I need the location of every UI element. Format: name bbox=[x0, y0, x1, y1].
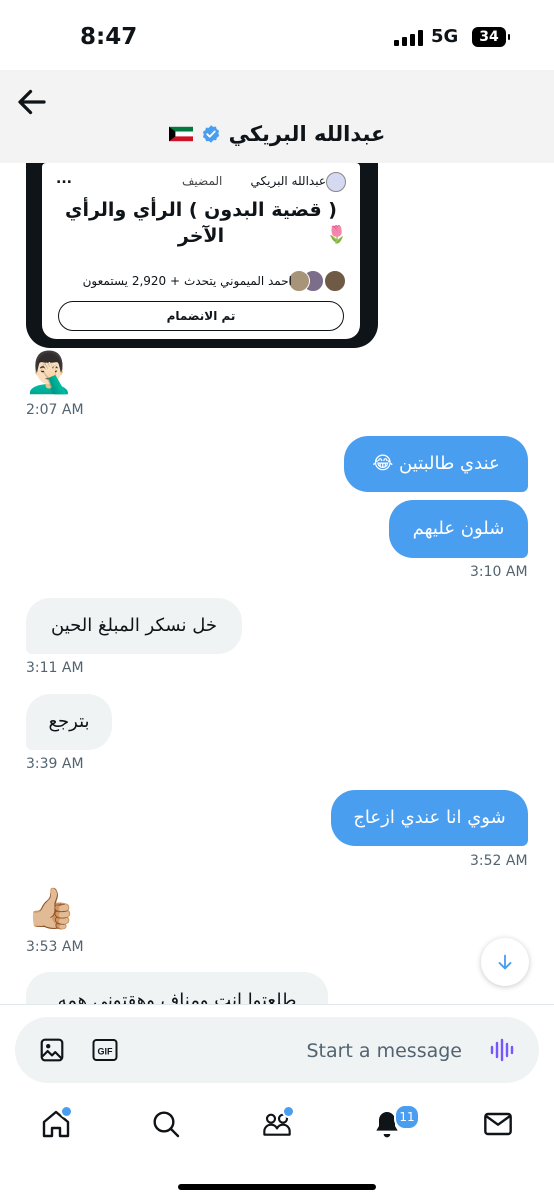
svg-text:GIF: GIF bbox=[98, 1047, 114, 1057]
space-card-content[interactable]: ... المضيف عبدالله البريكي ( قضية البدون… bbox=[42, 163, 360, 339]
outgoing-message[interactable]: شلون عليهم bbox=[389, 500, 528, 558]
home-unread-dot bbox=[60, 1105, 73, 1118]
space-title: ( قضية البدون ) الرأي والرأي الآخر bbox=[65, 199, 337, 247]
battery-icon: 34 bbox=[472, 27, 510, 47]
space-listeners-row: احمد الميموني يتحدث + 2,920 يستمعون bbox=[83, 269, 346, 293]
message-time: 3:53 AM bbox=[26, 939, 84, 955]
message-time: 3:10 AM bbox=[470, 564, 528, 580]
communities-unread-dot bbox=[282, 1105, 295, 1118]
listener-avatar bbox=[324, 270, 346, 292]
conversation-title[interactable]: عبدالله البريكي bbox=[0, 122, 554, 146]
incoming-message[interactable]: بترجع bbox=[26, 694, 112, 750]
joined-button[interactable]: تم الانضمام bbox=[58, 301, 344, 331]
facepalm-emoji-message: 🤦🏻‍♂️ bbox=[24, 350, 74, 396]
thumbs-up-emoji-message: 👍🏼 bbox=[26, 886, 76, 932]
message-time: 3:39 AM bbox=[26, 756, 84, 772]
message-input[interactable] bbox=[135, 1033, 464, 1069]
status-time: 8:47 bbox=[80, 24, 138, 50]
outgoing-message[interactable]: شوي انا عندي ازعاج bbox=[331, 790, 528, 846]
notifications-badge: 11 bbox=[394, 1104, 420, 1130]
space-title-emoji: 🌷 bbox=[326, 225, 348, 245]
conversation-header: عبدالله البريكي bbox=[0, 70, 554, 163]
listeners-count: + 2,920 يستمعون bbox=[82, 274, 181, 288]
scroll-to-bottom-button[interactable] bbox=[481, 938, 529, 986]
incoming-message[interactable]: خل نسكر المبلغ الحين bbox=[26, 598, 242, 654]
speaking-label: احمد الميموني يتحدث bbox=[184, 274, 292, 288]
composer-area: GIF bbox=[0, 1004, 554, 1095]
signal-icon bbox=[394, 30, 423, 46]
kuwait-flag-icon bbox=[168, 126, 193, 142]
host-name: عبدالله البريكي bbox=[250, 174, 327, 188]
arrow-down-icon bbox=[498, 954, 512, 970]
messages-envelope-icon[interactable] bbox=[482, 1108, 514, 1140]
voice-message-icon[interactable] bbox=[489, 1037, 517, 1063]
gif-icon[interactable]: GIF bbox=[92, 1038, 118, 1062]
message-time: 3:52 AM bbox=[470, 853, 528, 869]
network-label: 5G bbox=[431, 26, 459, 47]
host-avatar bbox=[326, 172, 346, 192]
outgoing-message[interactable]: عندي طالبتين 😂 bbox=[344, 436, 528, 492]
back-arrow-icon[interactable] bbox=[14, 84, 50, 120]
status-bar: 8:47 5G 34 bbox=[0, 0, 554, 70]
message-time: 2:07 AM bbox=[26, 402, 84, 418]
message-composer: GIF bbox=[15, 1017, 539, 1083]
message-time: 3:11 AM bbox=[26, 660, 84, 676]
image-icon[interactable] bbox=[39, 1037, 65, 1063]
home-indicator bbox=[178, 1184, 376, 1190]
search-icon[interactable] bbox=[150, 1108, 182, 1140]
more-options-icon[interactable]: ... bbox=[56, 171, 72, 187]
verified-badge-icon bbox=[202, 125, 219, 143]
host-role-label: المضيف bbox=[182, 174, 223, 188]
space-host-row: ... المضيف عبدالله البريكي bbox=[42, 171, 360, 193]
contact-name: عبدالله البريكي bbox=[228, 122, 386, 146]
